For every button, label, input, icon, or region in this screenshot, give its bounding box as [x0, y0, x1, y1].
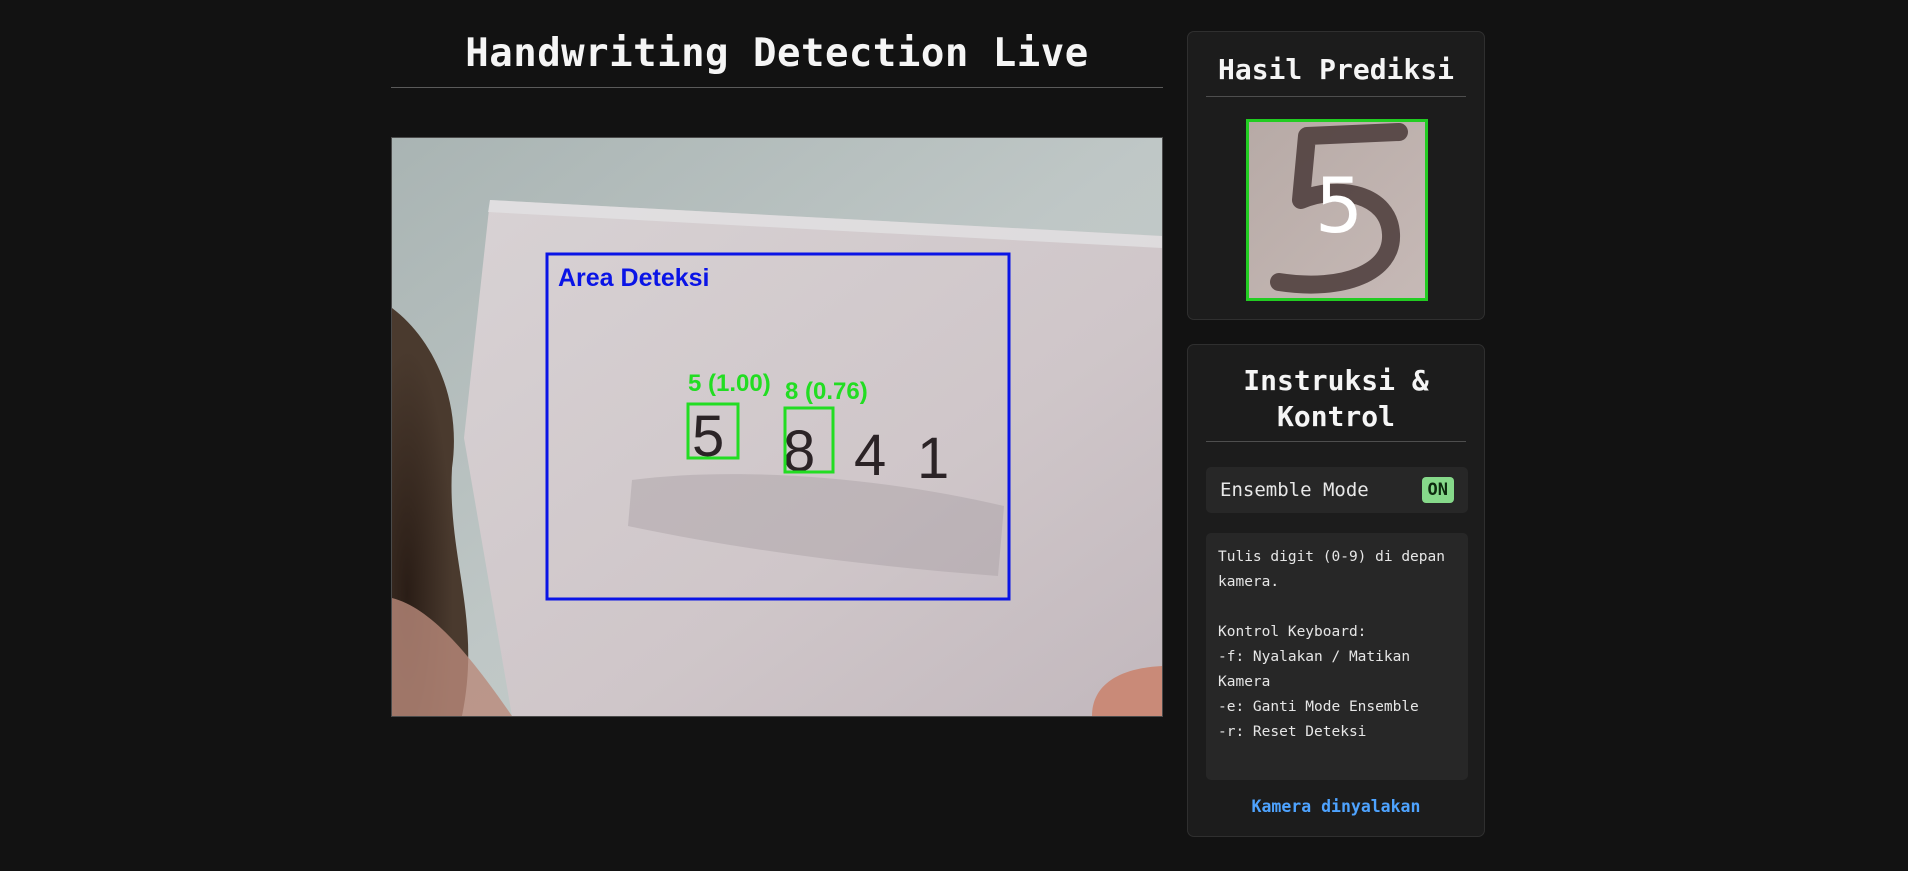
- key-r-instruction: -r: Reset Deteksi: [1218, 724, 1367, 740]
- camera-status: Kamera dinyalakan: [1251, 797, 1421, 816]
- key-f-instruction: -f: Nyalakan / Matikan Kamera: [1218, 649, 1411, 690]
- handwritten-digit: 1: [917, 426, 949, 491]
- page-title: Handwriting Detection Live: [465, 31, 1089, 76]
- detection-label: 5 (1.00): [688, 370, 771, 397]
- prediction-thumbnail-svg: 5: [1249, 122, 1425, 298]
- key-e-instruction: -e: Ganti Mode Ensemble: [1218, 699, 1419, 715]
- handwritten-digit: 8: [783, 419, 815, 484]
- instruction-line: Tulis digit (0-9) di depan kamera.: [1218, 549, 1445, 590]
- ensemble-mode-toggle[interactable]: ON: [1421, 477, 1454, 503]
- ensemble-mode-row: Ensemble Mode ON: [1206, 467, 1468, 513]
- detection-area-label: Area Deteksi: [558, 264, 709, 292]
- detection-label: 8 (0.76): [785, 378, 868, 405]
- prediction-panel-title: Hasil Prediksi: [1217, 53, 1454, 86]
- instruction-gap: [1218, 595, 1456, 620]
- keyboard-heading: Kontrol Keyboard:: [1218, 624, 1367, 640]
- prediction-thumbnail: 5: [1246, 119, 1428, 301]
- camera-feed: 5 8 4 1 Area Deteksi 5 (1.00) 8 (0.76): [391, 137, 1163, 717]
- handwritten-digit: 4: [854, 423, 886, 488]
- instructions-text-box: Tulis digit (0-9) di depan kamera. Kontr…: [1206, 533, 1468, 780]
- instructions-title-line: Instruksi &: [1243, 364, 1429, 397]
- instructions-panel-divider: [1206, 441, 1466, 442]
- instructions-panel-title: Instruksi & Kontrol: [1188, 345, 1484, 435]
- app-page: Handwriting Detection Live 5 8 4 1 Area …: [0, 0, 1908, 871]
- prediction-panel: Hasil Prediksi 5: [1187, 31, 1485, 320]
- camera-frame-svg: 5 8 4 1 Area Deteksi 5 (1.00) 8 (0.76): [392, 138, 1162, 716]
- predicted-digit: 5: [1315, 161, 1363, 250]
- title-divider: [391, 87, 1163, 88]
- instructions-title-line: Kontrol: [1276, 400, 1395, 433]
- main-column: Handwriting Detection Live 5 8 4 1 Area …: [391, 30, 1163, 717]
- instructions-panel: Instruksi & Kontrol Ensemble Mode ON Tul…: [1187, 344, 1485, 837]
- prediction-panel-divider: [1206, 96, 1466, 97]
- ensemble-mode-label: Ensemble Mode: [1220, 479, 1369, 501]
